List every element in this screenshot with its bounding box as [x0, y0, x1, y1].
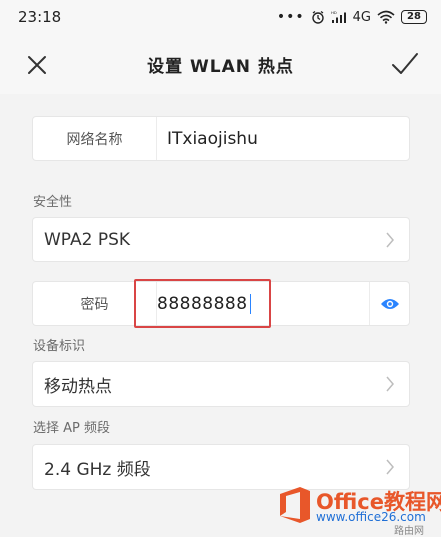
alarm-icon: [311, 10, 324, 24]
security-select[interactable]: WPA2 PSK: [32, 217, 410, 262]
more-dots: •••: [276, 9, 305, 25]
network-name-row: 网络名称 ITxiaojishu: [32, 116, 410, 161]
password-input[interactable]: 88888888: [157, 282, 252, 325]
ap-band-section-label: 选择 AP 频段: [33, 421, 110, 436]
status-icons: ••• HD 4G 28: [277, 9, 427, 25]
status-bar: 23:18 ••• HD 4G 28: [0, 0, 441, 34]
security-value: WPA2 PSK: [44, 229, 131, 250]
chevron-right-icon: [386, 232, 394, 247]
password-row: 密码 88888888: [32, 281, 410, 326]
password-label: 密码: [33, 282, 157, 325]
eye-icon: [380, 298, 399, 309]
status-time: 23:18: [18, 8, 62, 26]
wifi-icon: [377, 10, 395, 24]
watermark-sub: 路由网: [394, 526, 424, 537]
settings-content: 网络名称 ITxiaojishu 安全性 WPA2 PSK 密码 8888888…: [0, 94, 441, 537]
device-id-value: 移动热点: [44, 376, 112, 397]
show-password-toggle[interactable]: [369, 282, 409, 325]
network-type: 4G: [352, 9, 371, 25]
device-id-section-label: 设备标识: [33, 339, 86, 354]
checkmark-icon[interactable]: [389, 48, 421, 80]
network-name-input[interactable]: ITxiaojishu: [157, 129, 258, 149]
signal-icon: HD: [331, 10, 346, 23]
ap-band-value: 2.4 GHz 频段: [44, 459, 151, 480]
watermark: Office教程网 www.office26.com 路由网: [278, 480, 441, 537]
hd-label: HD: [331, 10, 337, 15]
security-section-label: 安全性: [33, 195, 73, 210]
battery-indicator: 28: [401, 10, 427, 24]
text-caret: [249, 293, 252, 314]
title-bar: 设置 WLAN 热点: [0, 34, 441, 94]
device-id-select[interactable]: 移动热点: [32, 361, 410, 407]
password-value: 88888888: [157, 293, 248, 314]
network-name-label: 网络名称: [33, 117, 157, 160]
chevron-right-icon: [386, 459, 394, 475]
office-logo-icon: [280, 487, 310, 523]
chevron-right-icon: [386, 376, 394, 392]
close-icon[interactable]: [22, 50, 52, 80]
page-title: 设置 WLAN 热点: [147, 56, 294, 77]
